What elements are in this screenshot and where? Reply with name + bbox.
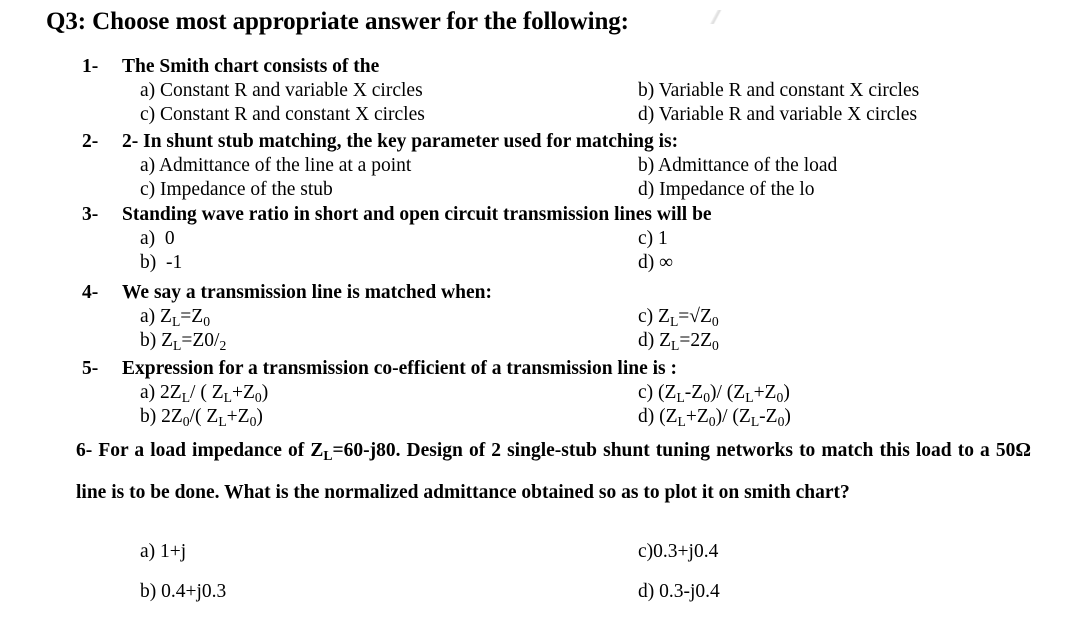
- question-1-text: The Smith chart consists of the: [122, 56, 380, 77]
- question-2-text: 2- In shunt stub matching, the key param…: [122, 131, 679, 152]
- question-3-options-row-1: a) 0 c) 1: [0, 228, 1080, 252]
- question-6-line1-sub: L: [323, 448, 333, 464]
- question-5-options-row-2: b) 2Z0/( ZL+Z0) d) (ZL+Z0)/ (ZL-Z0): [0, 406, 1080, 430]
- question-3-option-b-label: b): [140, 252, 157, 273]
- page-title: Q3: Choose most appropriate answer for t…: [46, 8, 629, 35]
- question-1-heading: 1- The Smith chart consists of the: [0, 56, 1080, 80]
- question-3-text: Standing wave ratio in short and open ci…: [122, 204, 712, 225]
- question-3-option-b-value: -1: [166, 252, 183, 273]
- q4-d-prefix: d) Z: [638, 330, 672, 351]
- question-4-options-row-2: b) ZL=Z0/2 d) ZL=2Z0: [0, 330, 1080, 354]
- question-6-options-row-1: a) 1+j c)0.3+j0.4: [0, 541, 1080, 581]
- question-6-line1-a: 6- For a load impedance of Z: [76, 440, 324, 461]
- document-page: Q3: Choose most appropriate answer for t…: [0, 0, 1080, 613]
- q4-a-sub2: 0: [203, 314, 211, 330]
- question-6-option-d[interactable]: d) 0.3-j0.4: [638, 581, 720, 603]
- question-4-heading: 4- We say a transmission line is matched…: [0, 282, 1080, 306]
- question-6-option-c[interactable]: c)0.3+j0.4: [638, 541, 718, 563]
- question-4-text: We say a transmission line is matched wh…: [122, 282, 492, 303]
- question-6-option-b[interactable]: b) 0.4+j0.3: [140, 581, 226, 603]
- question-block-3: 3- Standing wave ratio in short and open…: [0, 204, 1080, 276]
- question-6-option-a[interactable]: a) 1+j: [140, 541, 186, 563]
- question-3-option-c-value: 1: [658, 228, 668, 249]
- question-1-option-a[interactable]: a) Constant R and variable X circles: [140, 80, 423, 102]
- question-3-number: 3-: [82, 204, 99, 225]
- question-4-option-a[interactable]: a) ZL=Z0: [140, 306, 211, 330]
- question-2-option-c[interactable]: c) Impedance of the stub: [140, 179, 333, 201]
- question-3-heading: 3- Standing wave ratio in short and open…: [0, 204, 1080, 228]
- question-2-options-row-2: c) Impedance of the stub d) Impedance of…: [0, 179, 1080, 203]
- question-1-options-row-1: a) Constant R and variable X circles b) …: [0, 80, 1080, 104]
- q4-b-sub2: 2: [219, 338, 227, 354]
- q4-c-sub1: L: [669, 314, 679, 330]
- question-5-options-row-1: a) 2ZL/ ( ZL+Z0) c) (ZL-Z0)/ (ZL+Z0): [0, 382, 1080, 406]
- question-4-number: 4-: [82, 282, 99, 303]
- question-5-option-a[interactable]: a) 2ZL/ ( ZL+Z0): [140, 382, 268, 405]
- question-4-options-row-1: a) ZL=Z0 c) ZL=√Z0: [0, 306, 1080, 330]
- question-1-option-d[interactable]: d) Variable R and variable X circles: [638, 104, 917, 126]
- q4-b-mid: =Z0/: [181, 330, 220, 351]
- q4-b-prefix: b) Z: [140, 330, 174, 351]
- question-5-option-d[interactable]: d) (ZL+Z0)/ (ZL-Z0): [638, 406, 791, 429]
- question-5-heading: 5- Expression for a transmission co-effi…: [0, 358, 1080, 382]
- question-block-4: 4- We say a transmission line is matched…: [0, 282, 1080, 354]
- scan-artifact-mark: [708, 10, 724, 24]
- q4-c-sub2: 0: [711, 314, 719, 330]
- question-2-option-b[interactable]: b) Admittance of the load: [638, 155, 837, 177]
- question-6-options-row-2: b) 0.4+j0.3 d) 0.3-j0.4: [0, 581, 1080, 621]
- question-2-heading: 2- 2- In shunt stub matching, the key pa…: [0, 131, 1080, 155]
- question-6-line1-b: =60-j80. Design of 2 single-stub shunt t…: [332, 440, 910, 461]
- question-2-number: 2-: [82, 131, 99, 152]
- question-2-options-row-1: a) Admittance of the line at a point b) …: [0, 155, 1080, 179]
- question-5-option-b[interactable]: b) 2Z0/( ZL+Z0): [140, 406, 263, 429]
- q4-d-sub1: L: [671, 338, 680, 354]
- question-5-text: Expression for a transmission co-efficie…: [122, 358, 678, 379]
- question-3-option-d-label: d): [638, 252, 655, 273]
- question-4-option-d[interactable]: d) ZL=2Z0: [638, 330, 719, 354]
- question-4-option-b[interactable]: b) ZL=Z0/2: [140, 330, 227, 354]
- question-6-paragraph: 6- For a load impedance of ZL=60-j80. De…: [76, 430, 1031, 513]
- question-block-5: 5- Expression for a transmission co-effi…: [0, 358, 1080, 430]
- question-3-option-c[interactable]: c) 1: [638, 228, 668, 250]
- question-block-2: 2- 2- In shunt stub matching, the key pa…: [0, 131, 1080, 203]
- question-3-option-a-label: a): [140, 228, 156, 249]
- question-5-number: 5-: [82, 358, 99, 379]
- question-1-option-c[interactable]: c) Constant R and constant X circles: [140, 104, 425, 126]
- question-3-option-d-value: ∞: [659, 252, 674, 273]
- question-1-option-b[interactable]: b) Variable R and constant X circles: [638, 80, 919, 102]
- q4-a-prefix: a) Z: [140, 306, 172, 327]
- question-3-option-b[interactable]: b) -1: [140, 252, 182, 274]
- question-3-option-d[interactable]: d) ∞: [638, 252, 673, 274]
- question-3-option-c-label: c): [638, 228, 654, 249]
- question-5-option-c[interactable]: c) (ZL-Z0)/ (ZL+Z0): [638, 382, 790, 405]
- question-3-options-row-2: b) -1 d) ∞: [0, 252, 1080, 276]
- question-3-option-a[interactable]: a) 0: [140, 228, 175, 250]
- question-6-line3: chart?: [795, 482, 850, 503]
- question-block-1: 1- The Smith chart consists of the a) Co…: [0, 56, 1080, 128]
- q4-a-mid: =Z: [180, 306, 204, 327]
- question-4-option-c[interactable]: c) ZL=√Z0: [638, 306, 719, 330]
- question-3-option-a-value: 0: [164, 228, 175, 249]
- q4-a-sub1: L: [171, 314, 181, 330]
- question-6-options: a) 1+j c)0.3+j0.4 b) 0.4+j0.3 d) 0.3-j0.…: [0, 541, 1080, 621]
- q4-b-sub1: L: [173, 338, 182, 354]
- question-1-options-row-2: c) Constant R and constant X circles d) …: [0, 104, 1080, 128]
- q4-c-prefix: c) Z: [638, 306, 670, 327]
- q4-d-sub2: 0: [712, 338, 719, 354]
- q4-d-mid: =2Z: [679, 330, 713, 351]
- question-2-option-a[interactable]: a) Admittance of the line at a point: [140, 155, 411, 177]
- question-2-option-d[interactable]: d) Impedance of the lo: [638, 179, 815, 201]
- q4-c-mid: =√Z: [678, 306, 712, 327]
- question-1-number: 1-: [82, 56, 99, 77]
